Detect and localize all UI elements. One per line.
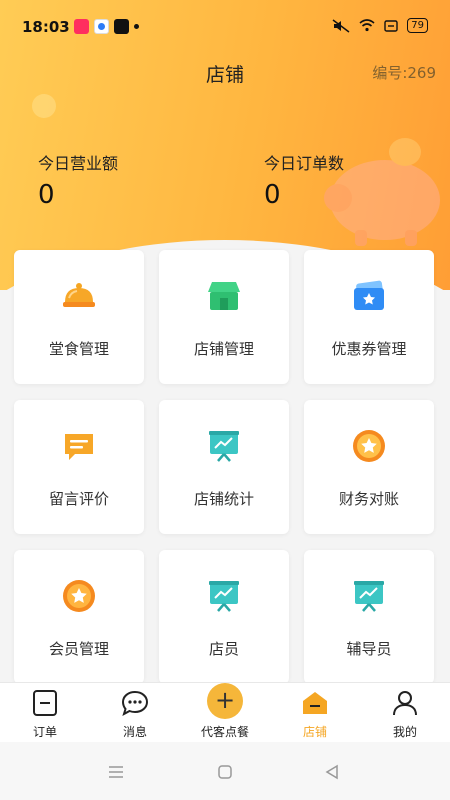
financial-reconciliation-card[interactable]: 财务对账 <box>304 400 434 534</box>
tutor-card[interactable]: 辅导员 <box>304 550 434 684</box>
browser-app-icon <box>94 19 109 34</box>
stats-board-icon <box>209 431 239 462</box>
status-app-icons <box>74 19 139 34</box>
dine-in-management-card[interactable]: 堂食管理 <box>14 250 144 384</box>
tab-shop[interactable]: 店铺 <box>270 683 360 743</box>
reviews-label: 留言评价 <box>48 490 109 508</box>
mute-icon <box>332 18 350 33</box>
bottom-tab-bar: 订单 消息 + 代客点餐 店铺 我的 <box>0 682 450 742</box>
tutor-label: 辅导员 <box>346 640 392 658</box>
tab-orders[interactable]: 订单 <box>0 683 90 743</box>
chat-icon <box>121 690 149 717</box>
order-icon <box>33 690 57 716</box>
store-statistics-label: 店铺统计 <box>193 490 254 508</box>
tab-order-for-customer-label: 代客点餐 <box>200 725 249 739</box>
tab-messages[interactable]: 消息 <box>90 683 180 743</box>
member-management-card[interactable]: 会员管理 <box>14 550 144 684</box>
menu-icon[interactable] <box>108 764 124 780</box>
clerk-label: 店员 <box>208 640 239 658</box>
coupon-management-label: 优惠券管理 <box>331 340 407 358</box>
store-management-card[interactable]: 店铺管理 <box>159 250 289 384</box>
video-app-icon <box>74 19 89 34</box>
reviews-card[interactable]: 留言评价 <box>14 400 144 534</box>
tab-mine[interactable]: 我的 <box>360 683 450 743</box>
today-revenue-label: 今日营业额 <box>38 154 119 173</box>
status-bar: 18:03 79 <box>0 0 450 56</box>
status-time: 18:03 <box>22 18 70 36</box>
user-icon <box>393 691 417 716</box>
tab-messages-label: 消息 <box>122 725 147 739</box>
star-medal-icon <box>353 430 385 462</box>
member-management-label: 会员管理 <box>48 640 109 658</box>
dine-in-management-label: 堂食管理 <box>48 340 109 358</box>
back-icon[interactable] <box>324 764 340 780</box>
financial-reconciliation-label: 财务对账 <box>338 490 399 508</box>
home-icon[interactable] <box>217 764 233 780</box>
tab-order-for-customer[interactable]: + 代客点餐 <box>180 683 270 743</box>
wifi-icon <box>359 19 375 32</box>
status-indicators: 79 <box>332 18 428 33</box>
shop-icon <box>303 692 327 714</box>
cloche-icon <box>63 283 95 307</box>
coupon-icon <box>354 280 384 310</box>
more-notifications-icon <box>134 24 139 29</box>
tab-orders-label: 订单 <box>32 725 57 739</box>
tutor-board-icon <box>354 581 384 612</box>
today-orders-value: 0 <box>264 180 281 210</box>
store-number: 编号:269 <box>372 64 436 82</box>
plus-icon: + <box>207 683 243 719</box>
battery-indicator: 79 <box>407 18 428 33</box>
clerk-board-icon <box>209 581 239 612</box>
today-revenue: 今日营业额 0 <box>38 150 118 210</box>
sim-icon <box>384 19 398 32</box>
store-statistics-card[interactable]: 店铺统计 <box>159 400 289 534</box>
storefront-icon <box>208 282 240 310</box>
clerk-card[interactable]: 店员 <box>159 550 289 684</box>
store-management-label: 店铺管理 <box>193 340 254 358</box>
coin-decoration-icon <box>28 90 60 122</box>
member-medal-icon <box>63 580 95 612</box>
coupon-management-card[interactable]: 优惠券管理 <box>304 250 434 384</box>
today-revenue-value: 0 <box>38 180 55 210</box>
today-orders-label: 今日订单数 <box>264 154 345 173</box>
system-navigation-bar <box>0 742 450 800</box>
tiktok-app-icon <box>114 19 129 34</box>
today-orders: 今日订单数 0 <box>264 150 344 210</box>
message-icon <box>65 434 93 460</box>
tab-shop-label: 店铺 <box>302 725 327 739</box>
tab-mine-label: 我的 <box>392 725 417 739</box>
